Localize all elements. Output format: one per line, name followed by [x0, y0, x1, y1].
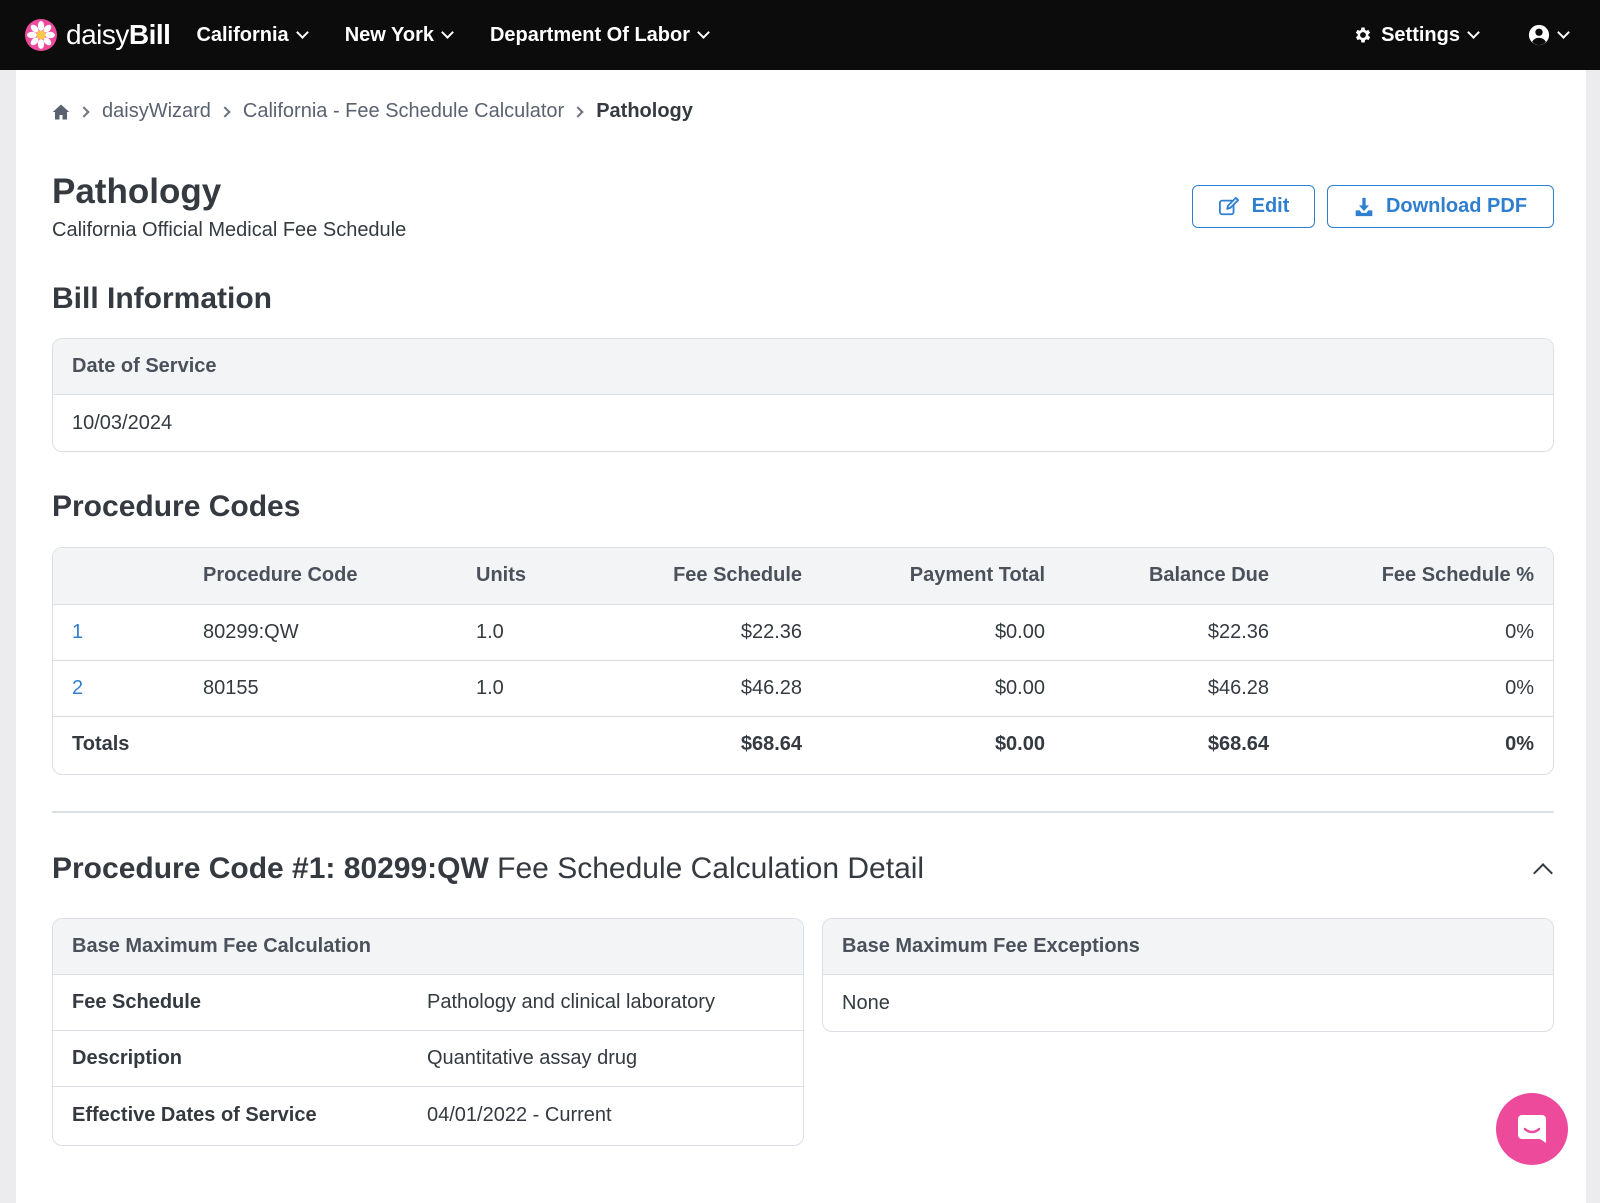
fee-schedule-percent-cell: 0% [1269, 660, 1553, 717]
chevron-down-icon [441, 26, 454, 39]
bill-information-card: Date of Service 10/03/2024 [52, 338, 1554, 452]
balance-due-cell: $22.36 [1045, 604, 1269, 661]
fee-schedule-value: Pathology and clinical laboratory [427, 991, 715, 1013]
exceptions-heading: Base Maximum Fee Exceptions [823, 919, 1553, 975]
payment-total-cell: $0.00 [802, 604, 1045, 661]
page-title: Pathology [52, 172, 222, 211]
table-header-row: Procedure Code Units Fee Schedule Paymen… [53, 548, 1553, 605]
balance-due-cell: $46.28 [1045, 660, 1269, 717]
procedure-codes-heading: Procedure Codes [52, 490, 301, 523]
list-item: Fee Schedule Pathology and clinical labo… [53, 975, 803, 1031]
totals-label: Totals [72, 732, 130, 755]
download-icon [1355, 197, 1373, 216]
breadcrumb-daisywizard[interactable]: daisyWizard [102, 100, 211, 123]
procedure-row-link[interactable]: 1 [72, 621, 83, 643]
procedure-codes-card: Procedure Code Units Fee Schedule Paymen… [52, 547, 1554, 775]
nav-right: Settings [1353, 24, 1600, 47]
exceptions-value: None [842, 991, 890, 1014]
nav-settings-label: Settings [1381, 23, 1460, 46]
units-cell: 1.0 [476, 660, 639, 717]
empty-cell [203, 716, 476, 772]
base-calc-heading: Base Maximum Fee Calculation [53, 919, 803, 975]
fee-schedule-cell: $46.28 [639, 660, 802, 717]
column-header-payment-total: Payment Total [802, 548, 1045, 605]
right-frame [1586, 70, 1600, 1203]
procedure-code-cell: 80155 [203, 660, 476, 717]
breadcrumb-current: Pathology [596, 100, 693, 122]
effective-dates-value: 04/01/2022 - Current [427, 1103, 612, 1126]
column-header-number [53, 548, 203, 605]
nav-california[interactable]: California [196, 23, 309, 47]
procedure-codes-table: Procedure Code Units Fee Schedule Paymen… [53, 548, 1553, 772]
column-header-units: Units [476, 548, 639, 605]
nav-dol-label: Department Of Labor [489, 23, 691, 46]
total-balance-due: $68.64 [1207, 732, 1269, 755]
column-header-fee-schedule: Fee Schedule [639, 548, 802, 605]
calculation-detail-heading[interactable]: Procedure Code #1: 80299:QW Fee Schedule… [52, 852, 924, 886]
edit-icon [1218, 196, 1239, 215]
table-row: 2 80155 1.0 $46.28 $0.00 $46.28 0% [53, 660, 1553, 717]
edit-button[interactable]: Edit [1192, 185, 1315, 228]
breadcrumb-separator-icon [78, 105, 90, 118]
payment-total-cell: $0.00 [802, 660, 1045, 717]
left-frame [0, 70, 16, 1203]
page-subtitle: California Official Medical Fee Schedule [52, 219, 407, 241]
user-circle-icon [1528, 24, 1550, 46]
download-pdf-button[interactable]: Download PDF [1327, 185, 1554, 228]
breadcrumb-separator-icon [572, 105, 584, 118]
description-label: Description [72, 1047, 183, 1069]
calculation-detail-text: Fee Schedule Calculation Detail [488, 852, 925, 885]
procedure-code-cell: 80299:QW [203, 604, 476, 661]
chevron-down-icon [1467, 26, 1480, 39]
chevron-down-icon [295, 26, 309, 39]
column-header-procedure-code: Procedure Code [203, 548, 476, 605]
date-of-service-value: 10/03/2024 [72, 411, 173, 434]
base-maximum-fee-calculation-card: Base Maximum Fee Calculation Fee Schedul… [52, 918, 804, 1146]
top-navbar: daisyBill California New York Department… [0, 0, 1600, 70]
list-item: Effective Dates of Service 04/01/2022 - … [53, 1087, 803, 1143]
brand-name: daisyBill [66, 19, 171, 50]
calculation-detail-code: Procedure Code #1: 80299:QW [52, 852, 489, 885]
empty-cell [476, 716, 639, 772]
column-header-fee-schedule-percent: Fee Schedule % [1269, 548, 1553, 605]
total-payment: $0.00 [994, 732, 1045, 755]
totals-row: Totals $68.64 $0.00 $68.64 0% [53, 716, 1553, 772]
nav-new-york-label: New York [344, 23, 434, 46]
download-pdf-label: Download PDF [1385, 195, 1528, 217]
chevron-down-icon [697, 26, 710, 39]
table-row: 1 80299:QW 1.0 $22.36 $0.00 $22.36 0% [53, 604, 1553, 661]
chat-icon [1518, 1115, 1546, 1143]
description-value: Quantitative assay drug [427, 1047, 638, 1069]
fee-schedule-cell: $22.36 [639, 604, 802, 661]
bill-information-heading: Bill Information [52, 282, 272, 315]
brand-logo[interactable]: daisyBill [24, 18, 171, 52]
fee-schedule-percent-cell: 0% [1269, 604, 1553, 661]
list-item: Description Quantitative assay drug [53, 1031, 803, 1087]
breadcrumb-calculator[interactable]: California - Fee Schedule Calculator [243, 100, 564, 123]
total-fee-schedule-percent: 0% [1505, 732, 1534, 755]
chevron-down-icon [1557, 26, 1570, 39]
effective-dates-label: Effective Dates of Service [72, 1103, 317, 1126]
fee-schedule-label: Fee Schedule [72, 991, 201, 1013]
nav-california-label: California [196, 23, 289, 46]
column-header-balance-due: Balance Due [1045, 548, 1269, 605]
nav-new-york[interactable]: New York [344, 23, 454, 47]
edit-button-label: Edit [1251, 195, 1290, 217]
procedure-row-link[interactable]: 2 [72, 677, 83, 699]
base-maximum-fee-exceptions-card: Base Maximum Fee Exceptions None [822, 918, 1554, 1032]
units-cell: 1.0 [476, 604, 639, 661]
breadcrumb: daisyWizard California - Fee Schedule Ca… [52, 100, 693, 123]
total-fee-schedule: $68.64 [740, 732, 802, 755]
breadcrumb-separator-icon [219, 105, 231, 118]
section-divider [52, 811, 1554, 813]
chat-launcher-button[interactable] [1496, 1093, 1568, 1165]
date-of-service-label: Date of Service [53, 339, 1553, 395]
daisy-logo-icon [25, 19, 57, 51]
nav-settings[interactable]: Settings [1353, 23, 1480, 47]
gear-icon [1355, 27, 1371, 43]
nav-user-menu[interactable] [1528, 24, 1570, 46]
home-icon[interactable] [52, 103, 70, 121]
nav-department-of-labor[interactable]: Department Of Labor [489, 23, 710, 47]
